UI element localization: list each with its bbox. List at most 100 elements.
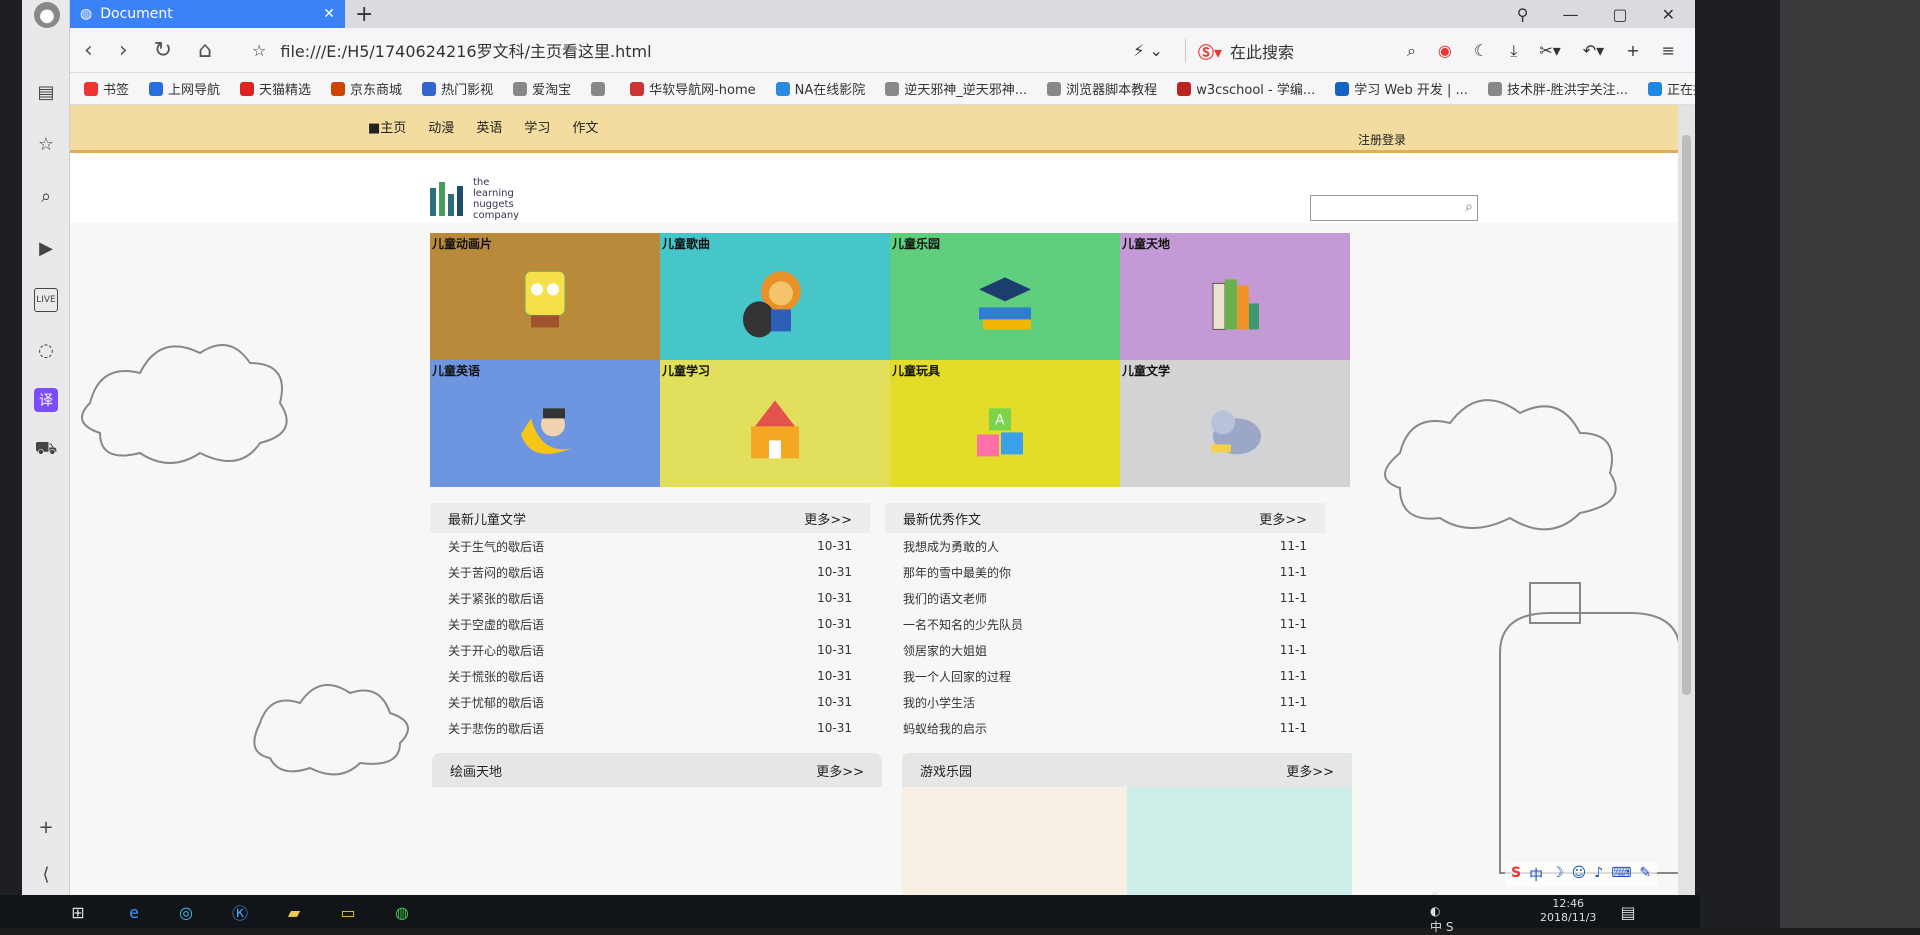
site-nav-item[interactable]: 学习 [524,117,550,136]
list-item[interactable]: 关于苦闷的歇后语 10-31 [430,559,870,585]
bookmark-item[interactable]: 学习 Web 开发 | ... [1335,79,1468,98]
bookmark-item[interactable]: 浏览器脚本教程 [1047,79,1157,98]
page-scrollbar[interactable] [1678,105,1695,895]
article-title[interactable]: 关于空虚的歇后语 [448,616,544,633]
site-nav-item[interactable]: 英语 [476,117,502,136]
close-button[interactable]: ✕ [1662,5,1675,24]
list-item[interactable]: 领居家的大姐姐 11-1 [885,637,1325,663]
ime-mode[interactable]: 中 [1529,865,1543,885]
bookmark-item[interactable]: 上网导航 [149,79,220,98]
article-title[interactable]: 一名不知名的少先队员 [903,616,1023,633]
bookmark-item[interactable]: 正在播放... [1648,79,1695,98]
list-item[interactable]: 关于悲伤的歇后语 10-31 [430,715,870,741]
night-mode-icon[interactable]: ☾ [1474,41,1488,60]
ime-toolbar[interactable]: S 中 ☽ ☺ ♪ ⌨ ✎ [1505,863,1658,887]
search-icon[interactable]: ⌕ [34,184,58,208]
undo-icon[interactable]: ↶▾ [1583,41,1604,60]
search-box[interactable]: Ⓢ▾ 在此搜索 [1184,38,1385,63]
list-item[interactable]: 关于紧张的歇后语 10-31 [430,585,870,611]
shirt-icon[interactable]: ⚲ [1517,5,1529,24]
list-item[interactable]: 我一个人回家的过程 11-1 [885,663,1325,689]
minimize-button[interactable]: — [1562,5,1578,24]
bookmark-item[interactable]: w3cschool - 学编... [1177,79,1315,98]
reader-icon[interactable]: ▤ [34,80,58,104]
bookmark-item[interactable]: 热门影视 [422,79,493,98]
star-icon[interactable]: ☆ [34,132,58,156]
bookmark-item[interactable]: 技术胖-胜洪宇关注... [1487,79,1628,98]
article-title[interactable]: 那年的雪中最美的你 [903,564,1011,581]
article-title[interactable]: 关于紧张的歇后语 [448,590,544,607]
list-item[interactable]: 我们的语文老师 11-1 [885,585,1325,611]
list-item[interactable]: 那年的雪中最美的你 11-1 [885,559,1325,585]
scissors-icon[interactable]: ✂▾ [1539,41,1560,60]
register-login-link[interactable]: 注册登录 [1358,131,1406,148]
category-tile[interactable]: 儿童英语 [430,360,660,487]
start-icon[interactable]: ⊞ [66,901,90,923]
list-item[interactable]: 关于忧郁的歇后语 10-31 [430,689,870,715]
folder-icon[interactable]: ▰ [282,901,306,923]
tray-icons[interactable]: ⌃ ◐ 中 S [1430,890,1454,934]
article-title[interactable]: 关于忧郁的歇后语 [448,694,544,711]
bookmark-item[interactable]: 天猫精选 [240,79,311,98]
forward-icon[interactable]: › [119,38,128,63]
wechat-icon[interactable]: ◍ [390,901,414,923]
bookmark-item[interactable]: 书签 [84,79,129,98]
category-tile[interactable]: 儿童学习 [660,360,890,487]
cart-icon[interactable]: ⛟ [34,438,58,462]
category-tile[interactable]: 儿童天地 [1120,233,1350,360]
article-title[interactable]: 关于开心的歇后语 [448,642,544,659]
category-tile[interactable]: 儿童乐园 [890,233,1120,360]
emoji-icon[interactable]: ☺ [1572,865,1587,885]
translate-icon[interactable]: 译 [34,388,58,412]
site-nav-item[interactable]: 动漫 [428,117,454,136]
site-logo[interactable]: the learning nuggets company [430,177,519,221]
article-title[interactable]: 关于悲伤的歇后语 [448,720,544,737]
k-app-icon[interactable]: Ⓚ [228,901,252,923]
explorer-icon[interactable]: ▭ [336,901,360,923]
close-tab-icon[interactable]: ✕ [323,6,335,22]
settings-icon[interactable]: ✎ [1639,865,1651,885]
tab-document[interactable]: ◍ Document ✕ [70,0,345,28]
keyboard-icon[interactable]: ⌨ [1611,865,1631,885]
browser-icon[interactable]: ◎ [174,901,198,923]
list-item[interactable]: 一名不知名的少先队员 11-1 [885,611,1325,637]
article-title[interactable]: 我想成为勇敢的人 [903,538,999,555]
menu-icon[interactable]: ≡ [1662,41,1675,60]
bookmark-item[interactable]: 京东商城 [331,79,402,98]
article-title[interactable]: 关于生气的歇后语 [448,538,544,555]
category-tile[interactable]: 儿童玩具 A [890,360,1120,487]
system-clock[interactable]: 12:46 2018/11/3 [1540,897,1596,925]
article-title[interactable]: 蚂蚁给我的启示 [903,720,987,737]
site-nav-item[interactable]: 作文 [572,117,598,136]
lightning-icon[interactable]: ⚡ ⌄ [1133,41,1163,60]
article-title[interactable]: 我一个人回家的过程 [903,668,1011,685]
list-item[interactable]: 我的小学生活 11-1 [885,689,1325,715]
bookmark-item[interactable]: 逆天邪神_逆天邪神... [885,79,1027,98]
bookmark-item[interactable]: 爱淘宝 [513,79,571,98]
bookmark-item[interactable]: NA在线影院 [775,79,865,98]
list-item[interactable]: 关于空虚的歇后语 10-31 [430,611,870,637]
maximize-button[interactable]: ▢ [1612,5,1627,24]
site-nav-item[interactable]: ■主页 [368,117,406,136]
collapse-icon[interactable]: ⟨ [34,862,58,886]
category-tile[interactable]: 儿童歌曲 [660,233,890,360]
more-link[interactable]: 更多>> [804,509,852,528]
notification-icon[interactable]: ▤ [1616,901,1640,923]
list-item[interactable]: 关于生气的歇后语 10-31 [430,533,870,559]
article-title[interactable]: 关于苦闷的歇后语 [448,564,544,581]
category-tile[interactable]: 儿童文学 [1120,360,1350,487]
more-link[interactable]: 更多>> [1286,761,1334,780]
article-title[interactable]: 我的小学生活 [903,694,975,711]
search-icon[interactable]: ⌕ [1465,199,1473,215]
list-item[interactable]: 我想成为勇敢的人 11-1 [885,533,1325,559]
more-link[interactable]: 更多>> [816,761,864,780]
edge-icon[interactable]: e [122,901,146,923]
bookmark-item[interactable]: 华软导航网-home [630,79,756,98]
new-tab-button[interactable]: + [355,2,373,27]
search-icon[interactable]: ⌕ [1407,41,1416,61]
add-icon[interactable]: + [34,815,58,839]
article-title[interactable]: 关于慌张的歇后语 [448,668,544,685]
bookmark-item[interactable] [591,81,610,96]
article-title[interactable]: 我们的语文老师 [903,590,987,607]
bookmark-star-icon[interactable]: ☆ [252,41,266,60]
